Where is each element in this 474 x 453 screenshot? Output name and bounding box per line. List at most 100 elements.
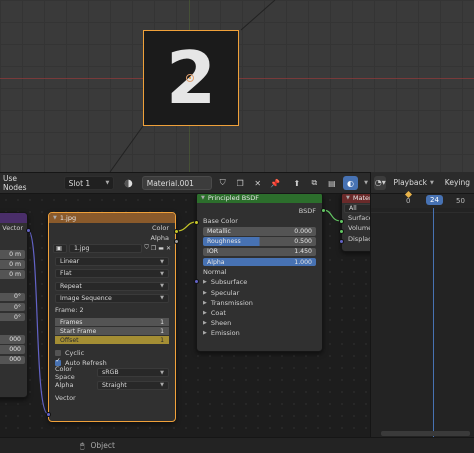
panel-transmission[interactable]: ▶ Transmission [197, 298, 322, 308]
alpha-mode-dropdown[interactable]: Straight ▼ [97, 380, 169, 390]
displacement-socket[interactable] [338, 238, 344, 244]
horizontal-scrollbar[interactable] [381, 431, 470, 436]
checkbox-unchecked[interactable] [55, 349, 61, 356]
timeline-editor[interactable]: ◔▾ Playback ▼ Keying 0 24 50 [370, 172, 474, 437]
vector-input-socket[interactable] [45, 411, 51, 417]
metallic-field[interactable]: Metallic 0.000 [197, 226, 322, 236]
panel-subsurface[interactable]: ▶ Subsurface [197, 277, 322, 287]
playback-label: Playback [393, 178, 427, 187]
collapse-chevron-icon[interactable]: ▼ [53, 215, 57, 221]
overlay-icon[interactable]: ▤ [325, 176, 339, 190]
current-frame-indicator[interactable]: 24 [426, 195, 443, 205]
rotation-z-field[interactable]: 0° [0, 312, 27, 322]
location-z-field[interactable]: 0 m [0, 270, 27, 280]
target-value: All [349, 204, 357, 212]
chevron-down-icon[interactable]: ▼ [362, 176, 370, 190]
surface-socket[interactable] [338, 218, 344, 224]
close-icon[interactable]: ✕ [251, 176, 265, 190]
panel-specular[interactable]: ▶ Specular [197, 288, 322, 298]
source-dropdown[interactable]: Image Sequence ▼ [49, 293, 175, 303]
base-color-socket[interactable] [193, 219, 199, 225]
node-editor-canvas[interactable]: Vector 0 m 0 m 0 m 0° 0° 0° 000 000 000 … [0, 194, 370, 437]
chevron-down-icon: ▼ [160, 258, 164, 265]
pin-icon[interactable]: 📌 [268, 176, 282, 190]
material-name-field[interactable]: Material.001 [141, 176, 212, 190]
use-nodes-menu[interactable]: Use Nodes [3, 174, 42, 192]
keying-menu[interactable]: Keying [441, 176, 474, 190]
material-sphere-icon[interactable] [118, 176, 137, 190]
location-y-field[interactable]: 0 m [0, 259, 27, 269]
scale-x-field[interactable]: 000 [0, 334, 27, 344]
close-icon[interactable]: ✕ [166, 245, 171, 252]
start-frame-field[interactable]: Start Frame 1 [49, 326, 175, 336]
duplicate-icon[interactable]: ❐ [233, 176, 247, 190]
mapping-node[interactable]: Vector 0 m 0 m 0 m 0° 0° 0° 000 000 000 [0, 212, 28, 398]
parent-node-icon[interactable]: ⬆ [290, 176, 304, 190]
open-folder-icon[interactable]: ▬ [158, 245, 164, 252]
cyclic-checkbox[interactable]: Cyclic [49, 348, 175, 358]
image-node-header[interactable]: ▼ 1.jpg [49, 213, 175, 223]
fake-user-shield-icon[interactable]: ⛉ [144, 244, 149, 252]
snap-icon[interactable]: ⧉ [308, 176, 322, 190]
color-space-dropdown[interactable]: sRGB ▼ [97, 368, 169, 378]
ior-field[interactable]: IOR 1.450 [197, 247, 322, 257]
mapping-vector-socket[interactable] [25, 227, 31, 233]
roughness-slider[interactable]: Roughness 0.500 [203, 237, 316, 246]
bsdf-node-header[interactable]: ▼ Principled BSDF [197, 194, 322, 203]
location-x-field[interactable]: 0 m [0, 249, 27, 259]
collapse-chevron-icon[interactable]: ▼ [201, 195, 205, 201]
chevron-down-icon: ▼ [429, 179, 434, 186]
fake-user-shield-icon[interactable]: ⛉ [216, 176, 230, 190]
roughness-field[interactable]: Roughness 0.500 [197, 237, 322, 247]
projection-dropdown[interactable]: Flat ▼ [49, 269, 175, 279]
interpolation-dropdown[interactable]: Linear ▼ [49, 257, 175, 267]
mapping-vector-output: Vector [0, 223, 27, 233]
volume-input: Volume [342, 223, 370, 233]
playback-menu[interactable]: Playback ▼ [389, 176, 437, 190]
color-space-row: Color Space sRGB ▼ [49, 365, 175, 381]
source-value: Image Sequence [60, 294, 112, 302]
value-text: 0 m [9, 260, 21, 268]
alpha-value: 1.000 [294, 258, 312, 266]
rotation-y-field[interactable]: 0° [0, 302, 27, 312]
normal-socket[interactable] [193, 278, 199, 284]
material-output-node[interactable]: ▼ Mater All Surface Volume Displacer [341, 194, 370, 252]
material-name: Material.001 [146, 178, 194, 188]
color-output-socket[interactable] [173, 228, 179, 234]
image-texture-node[interactable]: ▼ 1.jpg Color Alpha ▣ 1.jpg ⛉ ❐ ▬ ✕ Line… [48, 212, 176, 422]
principled-bsdf-node[interactable]: ▼ Principled BSDF BSDF Base Color Metall… [196, 194, 323, 352]
timeline-divider [371, 212, 474, 213]
collapse-chevron-icon[interactable]: ▼ [346, 195, 350, 201]
panel-emission[interactable]: ▶ Emission [197, 328, 322, 338]
extension-dropdown[interactable]: Repeat ▼ [49, 281, 175, 291]
scale-y-field[interactable]: 000 [0, 345, 27, 355]
image-browse-icon[interactable]: ▣ [53, 243, 67, 253]
volume-socket[interactable] [338, 228, 344, 234]
alpha-field[interactable]: Alpha 1.000 [197, 257, 322, 267]
output-node-header[interactable]: ▼ Mater [342, 194, 370, 203]
panel-coat[interactable]: ▶ Coat [197, 308, 322, 318]
3d-viewport[interactable]: 2 [0, 0, 474, 172]
editor-type-clock-icon[interactable]: ◔▾ [374, 175, 387, 190]
backdrop-icon[interactable]: ◐ [342, 176, 359, 190]
bsdf-output-socket[interactable] [320, 207, 326, 213]
alpha-output: Alpha [49, 233, 175, 243]
duplicate-icon[interactable]: ❐ [151, 245, 156, 252]
alpha-output-socket[interactable] [173, 238, 179, 244]
keying-label: Keying [444, 178, 470, 187]
playhead-line[interactable] [433, 208, 434, 437]
slot-dropdown[interactable]: Slot 1 ▼ [63, 176, 115, 190]
target-dropdown[interactable]: All [342, 203, 370, 213]
status-bar: 🖱 Object [0, 437, 474, 453]
scale-z-field[interactable]: 000 [0, 355, 27, 365]
displacement-label: Displacer [348, 234, 370, 243]
ior-value: 1.450 [294, 248, 312, 256]
panel-sheen[interactable]: ▶ Sheen [197, 318, 322, 328]
image-name-field[interactable]: 1.jpg [69, 243, 143, 253]
offset-field[interactable]: Offset 1 [49, 335, 175, 345]
image-name: 1.jpg [74, 244, 90, 252]
rotation-x-field[interactable]: 0° [0, 292, 27, 302]
frames-field[interactable]: Frames 1 [49, 317, 175, 327]
frame-ruler[interactable]: 0 24 50 [371, 194, 474, 208]
offset-label: Offset [60, 336, 79, 344]
